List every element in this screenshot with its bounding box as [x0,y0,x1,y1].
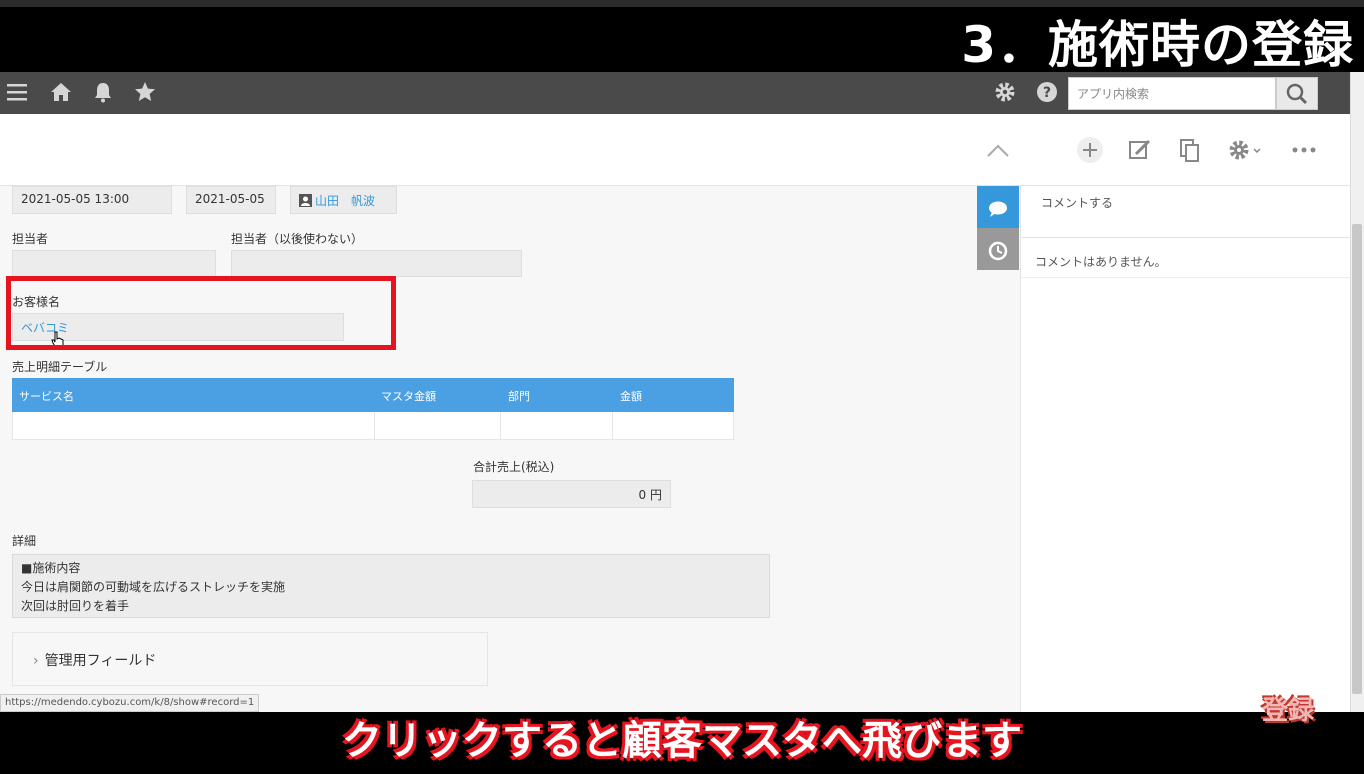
table-cell [375,412,502,439]
column-amount: 金額 [620,390,642,403]
column-master-price: マスタ金額 [381,390,436,403]
column-service-name: サービス名 [19,390,74,403]
user-icon [299,194,312,207]
settings-icon[interactable] [1224,134,1261,166]
staff-label: 担当者 [12,232,49,246]
comment-tab[interactable] [977,186,1019,228]
menu-icon[interactable] [4,80,30,106]
history-tab[interactable] [977,228,1019,270]
total-label: 合計売上(税込) [473,460,555,474]
home-icon[interactable] [48,80,74,106]
comment-input[interactable]: コメントする [1021,186,1351,238]
global-header: ? アプリ内検索 [0,72,1350,114]
scrollbar-thumb[interactable] [1352,224,1362,694]
caption-subtitle: クリックすると顧客マスタへ飛びます [342,718,1022,764]
search-button[interactable] [1276,77,1318,110]
detail-line: ■施術内容 [21,561,81,575]
table-cell [501,412,614,439]
table-cell [613,412,733,439]
datetime-field: 2021-05-05 13:00 [12,186,172,214]
chevron-right-icon: › [33,653,39,669]
no-comment-message: コメントはありません。 [1021,238,1351,278]
copy-icon[interactable] [1174,134,1206,166]
date-field: 2021-05-05 [186,186,276,214]
customer-highlight-box [6,276,396,350]
detail-field: ■施術内容 今日は肩関節の可動域を広げるストレッチを実施 次回は肘回りを着手 [12,554,770,618]
comment-icon [989,201,1007,217]
app-window: ? アプリ内検索 2021-05-05 13:00 2021-05-05 山田 … [0,72,1364,712]
edit-icon[interactable] [1124,134,1156,166]
bell-icon[interactable] [90,80,116,106]
stamp-label: 登録 [1262,696,1315,726]
total-field: 0 円 [472,480,671,508]
detail-line: 次回は肘回りを着手 [21,599,130,613]
scrollbar[interactable] [1350,72,1364,712]
admin-field-toggle[interactable]: › 管理用フィールド [12,632,488,686]
svg-text:?: ? [1043,85,1051,101]
add-icon[interactable] [1074,134,1106,166]
table-cell [13,412,375,439]
admin-field-label: 管理用フィールド [44,653,157,669]
search-input[interactable]: アプリ内検索 [1068,77,1276,110]
record-action-bar [0,114,1350,186]
table-row [12,412,734,440]
staff-old-field [231,250,522,277]
column-department: 部門 [508,390,530,403]
detail-label: 詳細 [12,534,37,548]
side-tabs [976,186,1020,712]
detail-line: 今日は肩関節の可動域を広げるストレッチを実施 [21,580,286,594]
user-link[interactable]: 山田 帆波 [315,194,375,208]
comment-panel: コメントする コメントはありません。 [1020,186,1351,712]
gear-icon[interactable] [992,80,1018,106]
sales-table-label: 売上明細テーブル [12,360,108,374]
star-icon[interactable] [132,80,158,106]
user-field[interactable]: 山田 帆波 [290,186,397,214]
history-icon [988,241,1008,260]
staff-field [12,250,216,277]
staff-old-label: 担当者（以後使わない） [231,232,364,246]
chevron-up-icon[interactable] [982,134,1014,166]
more-icon[interactable] [1288,134,1320,166]
help-icon[interactable]: ? [1034,80,1060,106]
caption-title: 3．施術時の登録 [961,16,1354,74]
sales-table-header: サービス名 マスタ金額 部門 金額 [12,378,734,412]
